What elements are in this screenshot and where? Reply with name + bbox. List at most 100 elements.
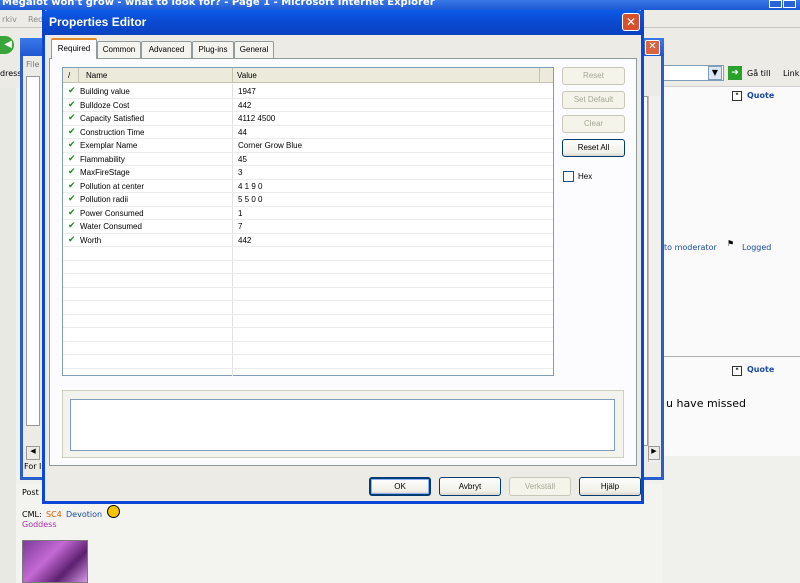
tab-common[interactable]: Common [97, 41, 141, 58]
tab-required[interactable]: Required [51, 38, 97, 59]
property-name: Bulldoze Cost [80, 100, 130, 110]
property-value[interactable]: 4112 4500 [238, 113, 275, 124]
empty-row [63, 261, 553, 274]
property-value[interactable]: 442 [238, 100, 251, 111]
check-icon: ✔ [68, 140, 76, 150]
table-row[interactable]: ✔ Worth 442 [63, 234, 553, 247]
cml-label: CML: [22, 510, 42, 519]
table-row[interactable]: ✔ Building value 1947 [63, 85, 553, 99]
devotion-label: Devotion [66, 510, 103, 519]
logged-icon: ⚑ [727, 239, 735, 248]
table-row[interactable]: ✔ Water Consumed 7 [63, 220, 553, 234]
property-value[interactable]: 44 [238, 127, 247, 138]
sort-marker[interactable]: / [68, 71, 70, 80]
posted-label: Post [22, 488, 39, 497]
scroll-left-icon[interactable]: ◀ [26, 446, 40, 460]
browser-title: Megalot won't grow - what to look for? -… [2, 0, 435, 8]
property-value[interactable]: Corner Grow Blue [238, 140, 302, 151]
property-name: Exemplar Name [80, 141, 138, 150]
check-icon: ✔ [68, 113, 76, 123]
cancel-button[interactable]: Avbryt [439, 477, 501, 496]
property-name: Water Consumed [80, 222, 142, 231]
property-name: Pollution at center [80, 181, 145, 191]
property-value[interactable]: 1 [238, 208, 242, 219]
property-value[interactable]: 1947 [238, 86, 256, 97]
post-panel [662, 86, 800, 356]
browser-window-controls[interactable] [768, 0, 798, 10]
go-arrow-icon[interactable]: ➜ [728, 66, 742, 80]
empty-row [63, 247, 553, 261]
property-value[interactable]: 4 1 9 0 [238, 181, 262, 192]
tab-plug-ins[interactable]: Plug-ins [192, 41, 234, 58]
check-icon: ✔ [68, 221, 76, 231]
empty-row [63, 355, 553, 369]
table-row[interactable]: ✔ Construction Time 44 [63, 126, 553, 139]
quote-link[interactable]: Quote [747, 365, 774, 374]
hex-label[interactable]: Hex [578, 172, 592, 181]
child-file-tab[interactable]: File [26, 60, 39, 69]
property-name: MaxFireStage [80, 168, 130, 177]
ok-button[interactable]: OK [369, 477, 431, 496]
close-icon[interactable]: ✕ [645, 40, 660, 55]
property-name: Capacity Satisfied [80, 114, 145, 123]
property-value[interactable]: 45 [238, 154, 247, 165]
column-separator [539, 68, 540, 83]
property-value[interactable]: 3 [238, 167, 242, 178]
report-link[interactable]: to moderator [664, 243, 717, 252]
check-icon: ✔ [68, 207, 76, 218]
column-separator[interactable] [232, 68, 233, 83]
column-header-name[interactable]: Name [86, 71, 107, 80]
table-row[interactable]: ✔ Pollution at center 4 1 9 0 [63, 180, 553, 193]
property-name: Construction Time [80, 127, 145, 137]
check-icon: ✔ [68, 194, 76, 204]
child-left-pane [26, 76, 40, 426]
check-icon: ✔ [68, 234, 76, 245]
menu-item-file[interactable]: rkiv [2, 15, 17, 24]
quote-icon[interactable]: ❝ [732, 366, 742, 376]
menu-item-edit[interactable]: Red [28, 15, 43, 24]
tab-advanced[interactable]: Advanced [141, 41, 192, 58]
quote-link[interactable]: Quote [747, 91, 774, 100]
table-row[interactable]: ✔ Flammability 45 [63, 153, 553, 166]
table-row[interactable]: ✔ Power Consumed 1 [63, 207, 553, 220]
check-icon: ✔ [68, 126, 76, 137]
table-row[interactable]: ✔ Capacity Satisfied 4112 4500 [63, 112, 553, 126]
goddess-label: Goddess [22, 520, 57, 529]
check-icon: ✔ [68, 86, 76, 96]
table-row[interactable]: ✔ Pollution radii 5 5 0 0 [63, 193, 553, 207]
close-icon[interactable]: ✕ [622, 13, 640, 31]
hex-checkbox[interactable] [563, 171, 574, 182]
go-button[interactable]: Gå till [747, 69, 770, 78]
table-row[interactable]: ✔ Exemplar Name Corner Grow Blue [63, 139, 553, 153]
scroll-right-icon[interactable]: ▶ [648, 446, 660, 460]
check-icon: ✔ [68, 180, 76, 191]
property-name: Power Consumed [80, 208, 144, 218]
links-label[interactable]: Link [783, 69, 799, 78]
property-name: Building value [80, 87, 130, 96]
grid-header [63, 68, 553, 83]
empty-row [63, 301, 553, 315]
property-name: Pollution radii [80, 195, 129, 204]
quote-icon[interactable]: ❝ [732, 91, 742, 101]
clear-button[interactable]: Clear [562, 115, 625, 133]
child-scrollbar[interactable] [648, 96, 660, 462]
column-header-value[interactable]: Value [237, 71, 257, 80]
column-separator[interactable] [78, 68, 79, 83]
description-textarea[interactable] [70, 399, 615, 451]
apply-button[interactable]: Verkställ [509, 477, 571, 496]
tab-general[interactable]: General [234, 41, 274, 58]
property-name: Flammability [80, 154, 125, 164]
property-value[interactable]: 7 [238, 221, 242, 232]
property-value[interactable]: 442 [238, 235, 251, 246]
table-row[interactable]: ✔ MaxFireStage 3 [63, 166, 553, 180]
chevron-down-icon[interactable]: ▼ [708, 66, 722, 80]
help-button[interactable]: Hjälp [579, 477, 641, 496]
reset-all-button[interactable]: Reset All [562, 139, 625, 157]
sc4-label: SC4 [46, 510, 62, 519]
property-value[interactable]: 5 5 0 0 [238, 194, 262, 205]
reset-button[interactable]: Reset [562, 67, 625, 85]
set-default-button[interactable]: Set Default [562, 91, 625, 109]
table-row[interactable]: ✔ Bulldoze Cost 442 [63, 99, 553, 112]
page-gutter [0, 88, 16, 583]
check-icon: ✔ [68, 153, 76, 164]
